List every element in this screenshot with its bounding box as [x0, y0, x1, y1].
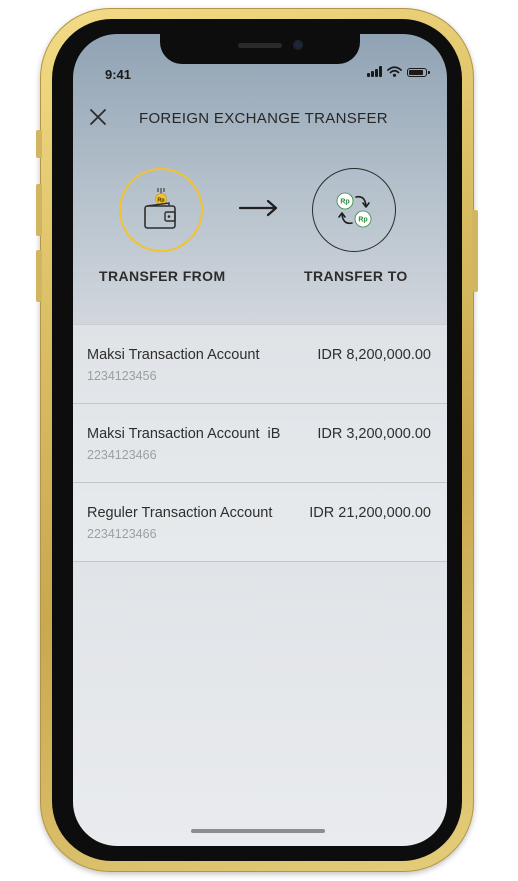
account-row[interactable]: Maksi Transaction Account 1234123456 IDR… [73, 325, 447, 404]
account-name: Reguler Transaction Account [87, 505, 273, 521]
transfer-from-label: TRANSFER FROM [99, 268, 226, 284]
coin-rp-text: Rp [340, 199, 349, 206]
status-icons [367, 66, 430, 77]
account-balance: IDR 8,200,000.00 [317, 347, 431, 363]
currency-exchange-icon: Rp Rp [336, 192, 372, 228]
wifi-icon [387, 66, 402, 77]
volume-down-button [36, 250, 42, 302]
transfer-to-label: TRANSFER TO [304, 268, 408, 284]
account-balance: IDR 3,200,000.00 [317, 426, 431, 442]
power-button [472, 210, 478, 292]
app-screen: 9:41 FOREIGN EXCHANGE TRANSFER Rp Rp Rp … [73, 34, 447, 846]
page-title: FOREIGN EXCHANGE TRANSFER [139, 110, 388, 127]
status-time: 9:41 [105, 67, 132, 82]
arrow-right-icon [239, 199, 278, 217]
account-name: Maksi Transaction Account iB [87, 426, 281, 442]
volume-up-button [36, 184, 42, 236]
transfer-from-step[interactable]: Rp [119, 168, 203, 252]
account-balance: IDR 21,200,000.00 [309, 505, 431, 521]
account-name: Maksi Transaction Account [87, 347, 260, 363]
account-row[interactable]: Maksi Transaction Account iB 2234123466 … [73, 404, 447, 483]
account-number: 2234123466 [87, 448, 157, 462]
close-button[interactable] [87, 106, 109, 128]
transfer-to-step[interactable]: Rp Rp [312, 168, 396, 252]
cellular-signal-icon [367, 66, 382, 77]
account-number: 1234123456 [87, 369, 157, 383]
coin-rp-text: Rp [157, 197, 165, 203]
home-indicator[interactable] [191, 829, 325, 833]
mute-switch [36, 130, 42, 158]
coin-rp-text: Rp [358, 217, 367, 224]
front-camera [293, 40, 303, 50]
notch [160, 34, 360, 64]
wallet-icon: Rp [144, 188, 176, 229]
account-list: Maksi Transaction Account 1234123456 IDR… [73, 324, 447, 562]
close-icon [90, 109, 106, 125]
speaker-grille [238, 43, 282, 48]
account-row[interactable]: Reguler Transaction Account 2234123466 I… [73, 483, 447, 562]
account-number: 2234123466 [87, 527, 157, 541]
battery-icon [407, 68, 430, 77]
